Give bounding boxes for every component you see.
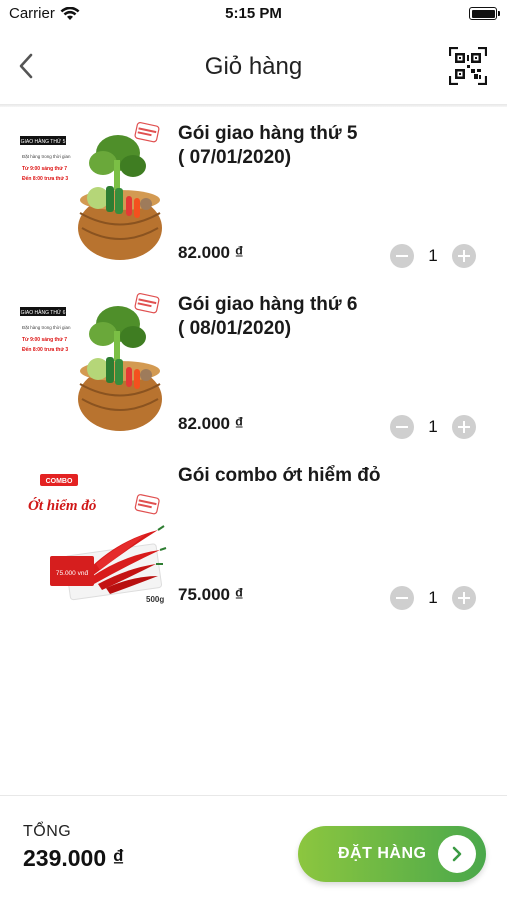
svg-text:Đặt hàng trong thời gian: Đặt hàng trong thời gian — [22, 154, 71, 159]
vegetable-basket-image: GIAO HÀNG THỨ 5 Đặt hàng trong thời gian… — [20, 122, 162, 260]
cart-item[interactable]: GIAO HÀNG THỨ 6 Đặt hàng trong thời gian… — [0, 281, 507, 452]
product-label: Ớt hiểm đỏ — [28, 497, 96, 514]
product-name: Gói giao hàng thứ 5 ( 07/01/2020) — [178, 123, 358, 168]
nav-bar: Giỏ hàng — [0, 36, 507, 102]
battery-icon — [469, 7, 500, 20]
tag-text: GIAO HÀNG THỨ 5 — [21, 138, 66, 145]
arrow-circle — [438, 835, 476, 873]
quantity-value: 1 — [428, 417, 438, 436]
cart-list: GIAO HÀNG THỨ 5 Đặt hàng trong thời gian… — [0, 110, 507, 623]
qr-scan-button[interactable] — [448, 46, 488, 86]
cart-item[interactable]: COMBO Ớt hiểm đỏ 75.000 vnđ 500g Gói com… — [0, 452, 507, 623]
tag-text: COMBO — [46, 478, 73, 485]
product-price: 82.000 ₫ — [178, 414, 244, 433]
chili-combo-image: COMBO Ớt hiểm đỏ 75.000 vnđ 500g — [28, 474, 167, 604]
svg-text:Đến 8:00 trưa thứ 3: Đến 8:00 trưa thứ 3 — [22, 175, 68, 182]
quantity-stepper: 1 — [390, 586, 478, 610]
svg-text:Từ 9:00 sáng thứ 7: Từ 9:00 sáng thứ 7 — [22, 337, 67, 343]
footer-divider — [0, 795, 507, 796]
product-price: 82.000 ₫ — [178, 243, 244, 262]
weight-label: 500g — [146, 595, 164, 604]
status-bar: Carrier 5:15 PM — [0, 0, 507, 30]
qr-code-icon — [448, 46, 488, 86]
page-title: Giỏ hàng — [204, 53, 303, 80]
total-label: TỔNG — [23, 823, 72, 840]
status-time: 5:15 PM — [225, 5, 282, 22]
product-thumbnail: COMBO Ớt hiểm đỏ 75.000 vnđ 500g — [18, 460, 168, 612]
price-tag-text: 75.000 vnđ — [56, 570, 89, 577]
quantity-stepper: 1 — [390, 415, 478, 439]
total-value: 239.000 ₫ — [23, 845, 125, 871]
place-order-button[interactable]: ĐẶT HÀNG — [298, 826, 486, 882]
increase-quantity-button[interactable] — [452, 586, 476, 610]
vegetable-basket-image: GIAO HÀNG THỨ 6 Đặt hàng trong thời gian… — [20, 293, 162, 431]
increase-quantity-button[interactable] — [452, 415, 476, 439]
product-price: 75.000 ₫ — [178, 585, 244, 604]
quantity-value: 1 — [428, 246, 438, 265]
quantity-value: 1 — [428, 588, 438, 607]
place-order-label: ĐẶT HÀNG — [338, 845, 427, 862]
decrease-quantity-button[interactable] — [390, 586, 414, 610]
product-thumbnail: GIAO HÀNG THỨ 6 Đặt hàng trong thời gian… — [18, 289, 168, 441]
cart-item[interactable]: GIAO HÀNG THỨ 5 Đặt hàng trong thời gian… — [0, 110, 507, 281]
svg-text:Từ 9:00 sáng thứ 7: Từ 9:00 sáng thứ 7 — [22, 166, 67, 172]
tag-text: GIAO HÀNG THỨ 6 — [21, 309, 66, 316]
svg-text:Đến 8:00 trưa thứ 3: Đến 8:00 trưa thứ 3 — [22, 346, 68, 353]
chevron-right-icon — [452, 846, 462, 862]
svg-text:Đặt hàng trong thời gian: Đặt hàng trong thời gian — [22, 325, 71, 330]
decrease-quantity-button[interactable] — [390, 415, 414, 439]
quantity-stepper: 1 — [390, 244, 478, 268]
increase-quantity-button[interactable] — [452, 244, 476, 268]
nav-divider — [0, 104, 507, 107]
product-name: Gói combo ớt hiểm đỏ — [178, 465, 381, 486]
product-thumbnail: GIAO HÀNG THỨ 5 Đặt hàng trong thời gian… — [18, 118, 168, 270]
product-name: Gói giao hàng thứ 6 ( 08/01/2020) — [178, 294, 358, 339]
decrease-quantity-button[interactable] — [390, 244, 414, 268]
